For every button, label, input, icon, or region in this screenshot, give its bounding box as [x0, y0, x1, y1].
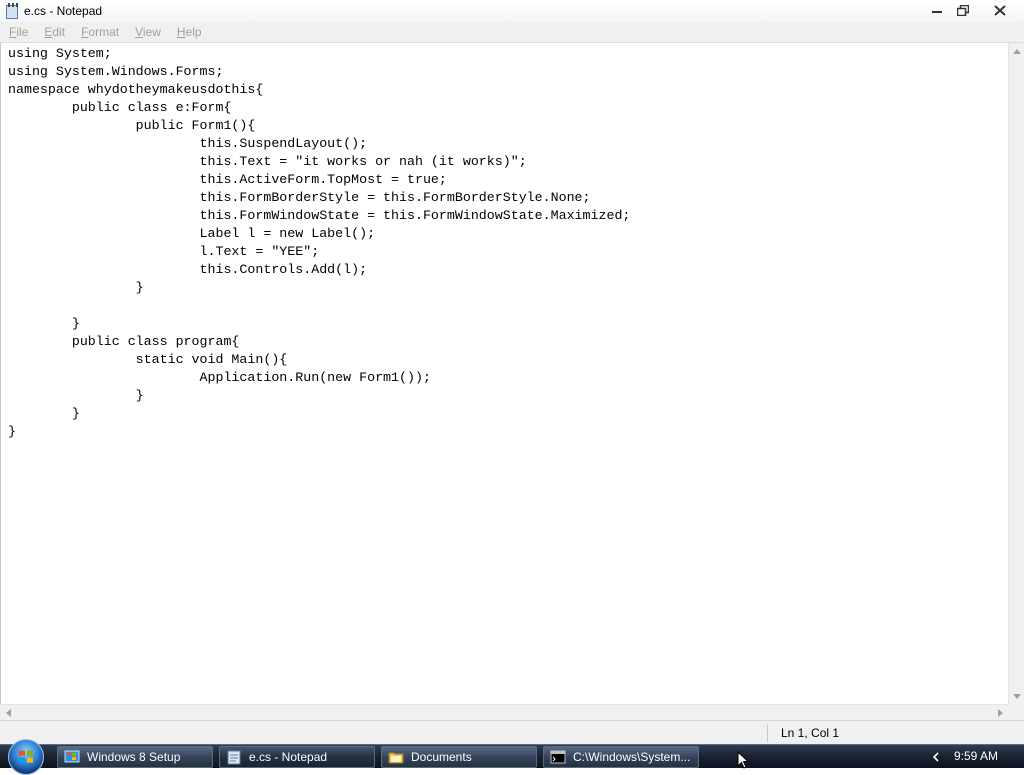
folder-icon	[388, 749, 404, 765]
taskbar-button-label: e.cs - Notepad	[249, 750, 328, 764]
menu-format[interactable]: Format	[74, 25, 126, 39]
horizontal-scrollbar[interactable]	[0, 704, 1008, 720]
menu-file[interactable]: File	[2, 25, 35, 39]
status-divider	[767, 724, 768, 742]
close-icon	[994, 4, 1006, 16]
vertical-scrollbar[interactable]	[1008, 43, 1024, 704]
editor-content[interactable]: using System; using System.Windows.Forms…	[1, 43, 1008, 441]
status-bar: Ln 1, Col 1	[0, 720, 1024, 744]
taskbar-button-label: C:\Windows\System...	[573, 750, 691, 764]
menu-view[interactable]: View	[128, 25, 168, 39]
taskbar-button-notepad[interactable]: e.cs - Notepad	[219, 746, 375, 768]
scroll-left-arrow[interactable]	[0, 705, 16, 721]
chevron-left-icon	[933, 752, 939, 762]
clock[interactable]: 9:59 AM	[954, 749, 998, 763]
notepad-icon[interactable]	[5, 3, 19, 19]
cursor-position: Ln 1, Col 1	[781, 726, 840, 740]
minimize-icon	[932, 11, 942, 13]
menu-edit[interactable]: Edit	[37, 25, 72, 39]
taskbar-button-cmd[interactable]: C:\Windows\System...	[543, 746, 699, 768]
arrow-right-icon	[997, 709, 1003, 717]
window-title: e.cs - Notepad	[24, 4, 103, 18]
pointer-cursor-icon	[737, 750, 750, 769]
restore-icon	[957, 4, 969, 16]
taskbar-button-label: Windows 8 Setup	[87, 750, 181, 764]
taskbar-button-label: Documents	[411, 750, 472, 764]
restore-button[interactable]	[950, 0, 976, 20]
taskbar-button-documents[interactable]: Documents	[381, 746, 537, 768]
taskbar-button-setup[interactable]: Windows 8 Setup	[57, 746, 213, 768]
menu-bar: File Edit Format View Help	[0, 22, 1024, 43]
notepad-icon	[226, 749, 242, 765]
menu-help[interactable]: Help	[170, 25, 209, 39]
arrow-down-icon	[1013, 693, 1021, 699]
arrow-left-icon	[5, 709, 11, 717]
text-editor[interactable]: using System; using System.Windows.Forms…	[0, 43, 1008, 704]
taskbar: Windows 8 Setup e.cs - Notepad Documents…	[0, 739, 1024, 775]
close-button[interactable]	[976, 0, 1024, 20]
scroll-right-arrow[interactable]	[992, 705, 1008, 721]
cmd-icon	[550, 749, 566, 765]
scroll-down-arrow[interactable]	[1009, 688, 1024, 704]
mouse-cursor	[737, 750, 750, 773]
scroll-up-arrow[interactable]	[1009, 43, 1024, 59]
show-hidden-icons-button[interactable]	[929, 749, 943, 765]
scrollbar-corner	[1008, 704, 1024, 720]
setup-icon	[64, 749, 80, 765]
arrow-up-icon	[1013, 48, 1021, 54]
title-bar[interactable]: e.cs - Notepad	[0, 0, 1024, 22]
windows-logo-icon	[19, 750, 33, 763]
start-button[interactable]	[8, 739, 44, 775]
minimize-button[interactable]	[924, 0, 950, 20]
